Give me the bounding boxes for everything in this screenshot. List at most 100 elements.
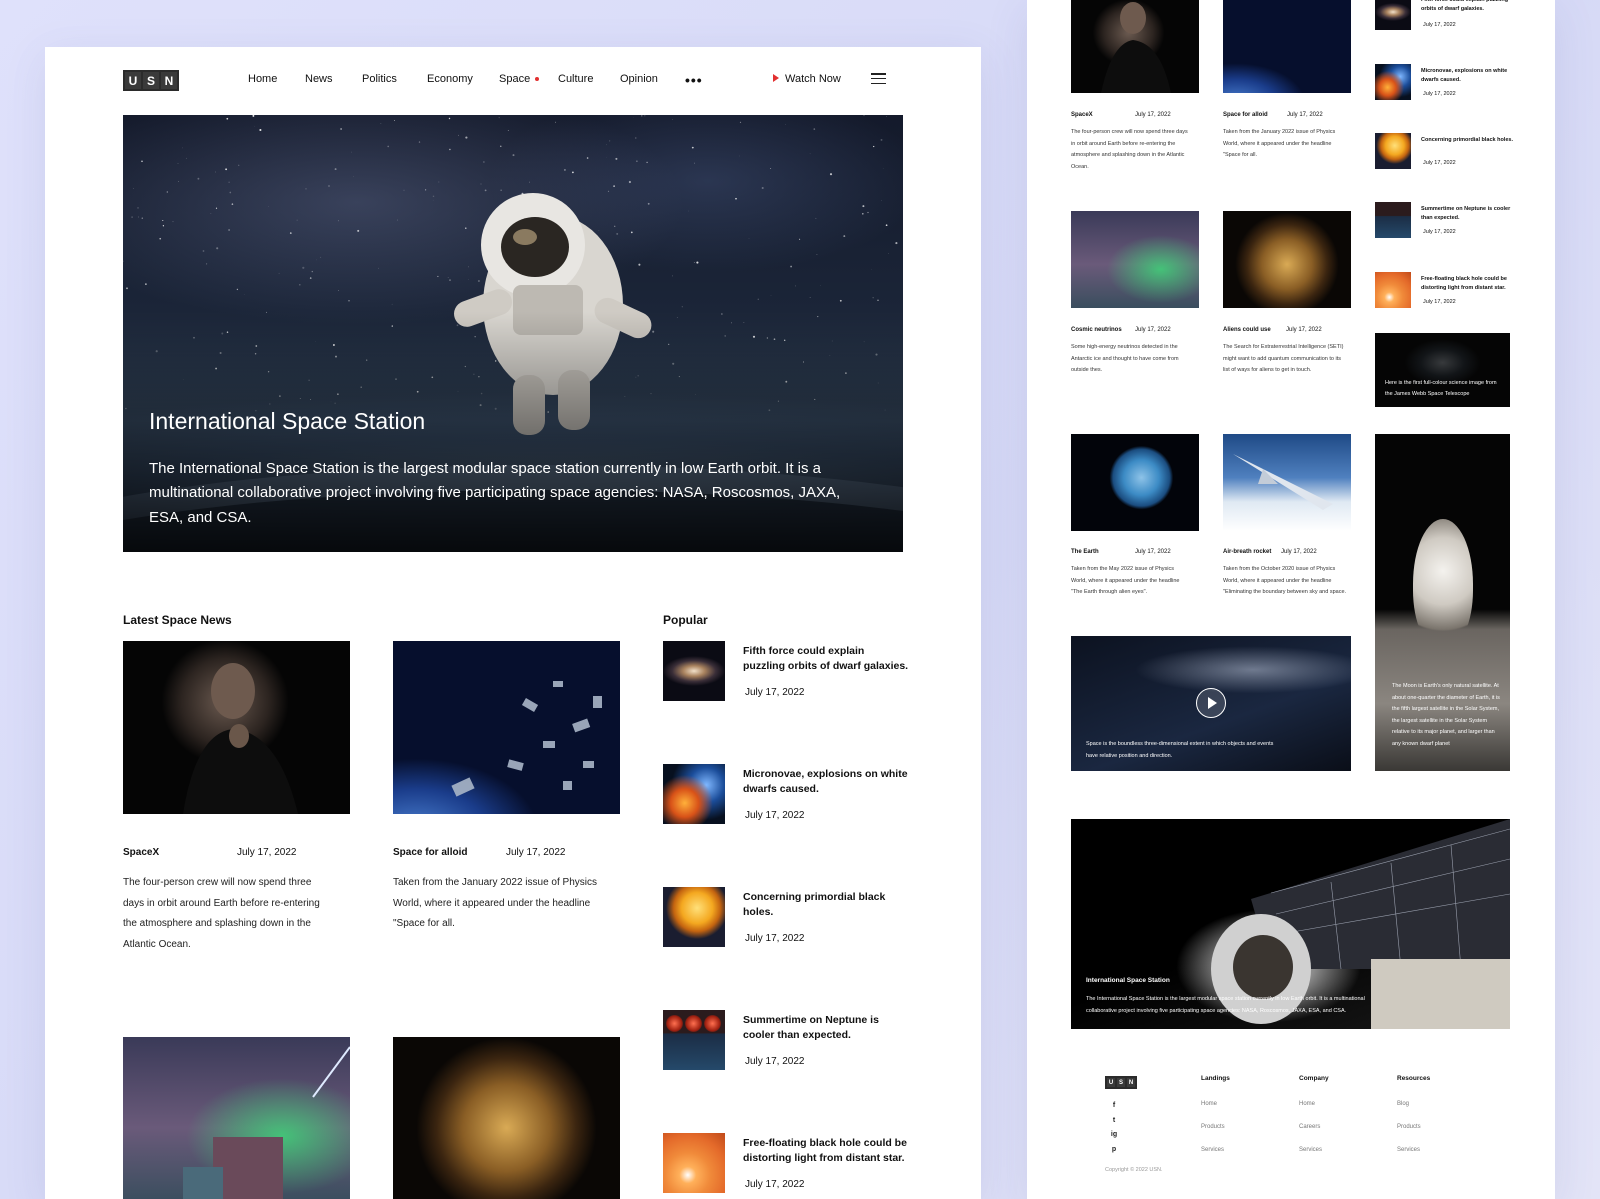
footer-link[interactable]: Home bbox=[1201, 1101, 1217, 1107]
nav-news[interactable]: News bbox=[305, 73, 333, 85]
popular-thumb-galaxy[interactable] bbox=[663, 641, 725, 701]
star bbox=[479, 404, 482, 407]
rp-card-tag[interactable]: Space for alloid bbox=[1223, 112, 1287, 118]
footer-link[interactable]: Products bbox=[1201, 1124, 1225, 1130]
pinterest-icon[interactable]: p bbox=[1110, 1146, 1118, 1153]
rp-popular-title[interactable]: Concerning primordial black holes. bbox=[1421, 136, 1517, 145]
nav-politics[interactable]: Politics bbox=[362, 73, 397, 85]
popular-item-title[interactable]: Free-floating black hole could be distor… bbox=[743, 1136, 909, 1166]
nav-culture[interactable]: Culture bbox=[558, 73, 593, 85]
star bbox=[494, 360, 497, 362]
rp-popular-thumb[interactable] bbox=[1375, 0, 1411, 30]
star bbox=[556, 284, 558, 286]
star bbox=[672, 362, 675, 365]
star bbox=[503, 237, 505, 239]
rp-card-image-earth[interactable] bbox=[1071, 434, 1199, 531]
video-card[interactable]: Space is the boundless three-dimensional… bbox=[1071, 636, 1351, 771]
popular-item-title[interactable]: Fifth force could explain puzzling orbit… bbox=[743, 644, 909, 674]
site-logo[interactable]: U S N bbox=[123, 70, 179, 91]
rp-card-tag[interactable]: Cosmic neutrinos bbox=[1071, 327, 1135, 333]
moon-image-card[interactable]: The Moon is Earth's only natural satelli… bbox=[1375, 434, 1510, 771]
rp-popular-title[interactable]: Free-floating black hole could be distor… bbox=[1421, 275, 1517, 293]
more-icon[interactable]: ••• bbox=[685, 72, 703, 88]
news-card-image-spacex[interactable] bbox=[123, 641, 350, 814]
hero-banner[interactable]: International Space Station The Internat… bbox=[123, 115, 903, 552]
footer-link[interactable]: Services bbox=[1201, 1147, 1224, 1153]
rp-card-tag[interactable]: SpaceX bbox=[1071, 112, 1135, 118]
popular-thumb-free-floating-black-hole[interactable] bbox=[663, 1133, 725, 1193]
rp-card-image-spacex[interactable] bbox=[1071, 0, 1199, 93]
rp-card-image-aliens[interactable] bbox=[1223, 211, 1351, 308]
star bbox=[141, 217, 144, 219]
footer-link[interactable]: Home bbox=[1299, 1101, 1315, 1107]
rp-card-tag[interactable]: The Earth bbox=[1071, 549, 1135, 555]
star bbox=[231, 203, 234, 205]
news-card-date: July 17, 2022 bbox=[237, 847, 297, 858]
rp-card-meta: Space for alloid July 17, 2022 bbox=[1223, 112, 1323, 118]
star bbox=[236, 288, 239, 291]
facebook-icon[interactable]: f bbox=[1110, 1102, 1118, 1109]
star bbox=[609, 140, 611, 142]
star bbox=[739, 121, 742, 124]
rp-card-tag[interactable]: Air-breath rocket bbox=[1223, 549, 1281, 555]
rp-card-image-debris[interactable] bbox=[1223, 0, 1351, 93]
rp-card-description: Taken from the May 2022 issue of Physics… bbox=[1071, 566, 1180, 595]
watch-now-button[interactable]: Watch Now bbox=[773, 73, 841, 85]
star bbox=[305, 188, 307, 190]
popular-item-title[interactable]: Micronovae, explosions on white dwarfs c… bbox=[743, 767, 909, 797]
popular-item-title[interactable]: Summertime on Neptune is cooler than exp… bbox=[743, 1013, 909, 1043]
popular-thumb-blackholes[interactable] bbox=[663, 887, 725, 947]
star bbox=[226, 331, 229, 333]
star bbox=[137, 216, 139, 218]
footer-link[interactable]: Services bbox=[1299, 1147, 1322, 1153]
footer-logo[interactable]: U S N bbox=[1105, 1076, 1137, 1089]
star bbox=[182, 147, 183, 149]
star bbox=[628, 180, 631, 184]
instagram-icon[interactable]: ig bbox=[1110, 1131, 1118, 1138]
play-video-button[interactable] bbox=[1196, 688, 1226, 718]
rp-card-image-neutrinos[interactable] bbox=[1071, 211, 1199, 308]
menu-icon[interactable] bbox=[871, 73, 886, 84]
nav-economy[interactable]: Economy bbox=[427, 73, 473, 85]
popular-item-date: July 17, 2022 bbox=[745, 933, 805, 944]
popular-thumb-micronovae[interactable] bbox=[663, 764, 725, 824]
iss-banner[interactable]: International Space Station The Internat… bbox=[1071, 819, 1510, 1029]
nav-home[interactable]: Home bbox=[248, 73, 277, 85]
footer-link[interactable]: Products bbox=[1397, 1124, 1421, 1130]
rp-popular-title[interactable]: Fifth force could explain puzzling orbit… bbox=[1421, 0, 1517, 14]
rp-popular-thumb[interactable] bbox=[1375, 133, 1411, 169]
nav-opinion[interactable]: Opinion bbox=[620, 73, 658, 85]
star bbox=[279, 395, 281, 397]
star bbox=[877, 299, 879, 301]
star bbox=[299, 283, 301, 286]
popular-item-title[interactable]: Concerning primordial black holes. bbox=[743, 890, 909, 920]
footer-link[interactable]: Services bbox=[1397, 1147, 1420, 1153]
star bbox=[602, 243, 604, 246]
footer-link[interactable]: Blog bbox=[1397, 1101, 1409, 1107]
news-card-image-debris[interactable] bbox=[393, 641, 620, 814]
rp-popular-thumb[interactable] bbox=[1375, 64, 1411, 100]
rp-popular-date: July 17, 2022 bbox=[1423, 229, 1456, 235]
active-indicator-dot bbox=[535, 77, 540, 82]
rp-card-meta: The Earth July 17, 2022 bbox=[1071, 549, 1171, 555]
rp-popular-thumb[interactable] bbox=[1375, 202, 1411, 238]
star bbox=[513, 247, 516, 250]
news-card-tag[interactable]: Space for alloid bbox=[393, 847, 506, 858]
star bbox=[228, 181, 230, 183]
news-card-image-aliens[interactable] bbox=[393, 1037, 620, 1199]
twitter-icon[interactable]: t bbox=[1110, 1117, 1118, 1124]
star bbox=[668, 343, 670, 346]
rp-popular-title[interactable]: Micronovae, explosions on white dwarfs c… bbox=[1421, 67, 1517, 85]
news-card-image-neutrinos[interactable] bbox=[123, 1037, 350, 1199]
nav-space[interactable]: Space bbox=[499, 73, 540, 85]
rp-popular-thumb[interactable] bbox=[1375, 272, 1411, 308]
rp-card-tag[interactable]: Aliens could use bbox=[1223, 327, 1286, 333]
popular-thumb-neptune[interactable] bbox=[663, 1010, 725, 1070]
star bbox=[351, 151, 352, 153]
webb-image-card[interactable]: Here is the first full-colour science im… bbox=[1375, 333, 1510, 407]
rp-popular-title[interactable]: Summertime on Neptune is cooler than exp… bbox=[1421, 205, 1517, 223]
footer-link[interactable]: Careers bbox=[1299, 1124, 1320, 1130]
rp-card-image-rocket[interactable] bbox=[1223, 434, 1351, 531]
rp-card-meta: Air-breath rocket July 17, 2022 bbox=[1223, 549, 1317, 555]
news-card-tag[interactable]: SpaceX bbox=[123, 847, 237, 858]
